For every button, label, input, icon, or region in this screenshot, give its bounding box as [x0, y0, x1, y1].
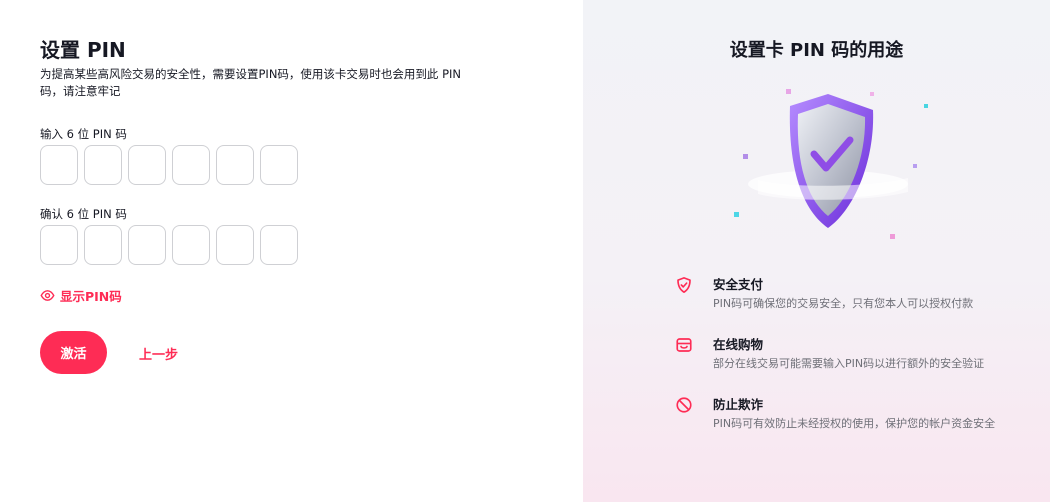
pin-digit-input[interactable] [172, 145, 210, 185]
panel-title: 设置卡 PIN 码的用途 [729, 40, 904, 61]
shield-illustration [728, 88, 928, 248]
pin-digit-input[interactable] [260, 145, 298, 185]
shield-check-icon [677, 277, 691, 293]
eye-icon [40, 290, 55, 301]
prohibited-icon [676, 397, 692, 413]
feature-description: PIN码可有效防止未经授权的使用，保护您的帐户资金安全 [713, 417, 996, 430]
pin-digit-input[interactable] [216, 145, 254, 185]
confirm-digit-input[interactable] [172, 225, 210, 265]
confirm-digit-input[interactable] [84, 225, 122, 265]
pin-digit-input[interactable] [84, 145, 122, 185]
confirm-digit-input[interactable] [128, 225, 166, 265]
back-button[interactable]: 上一步 [139, 344, 178, 363]
feature-title: 防止欺诈 [713, 397, 764, 412]
confirm-digit-input[interactable] [260, 225, 298, 265]
pin-digit-input[interactable] [40, 145, 78, 185]
confirm-digit-input[interactable] [216, 225, 254, 265]
confirm-pin-label: 确认 6 位 PIN 码 [40, 207, 127, 221]
feature-description: PIN码可确保您的交易安全，只有您本人可以授权付款 [713, 297, 974, 310]
feature-description: 部分在线交易可能需要输入PIN码以进行额外的安全验证 [713, 357, 985, 370]
feature-title: 在线购物 [713, 337, 764, 352]
shopping-bag-icon [676, 338, 692, 352]
feature-title: 安全支付 [713, 277, 764, 292]
confirm-pin-inputs [40, 225, 298, 265]
pin-setup-form: 设置 PIN 为提高某些高风险交易的安全性，需要设置PIN码，使用该卡交易时也会… [0, 0, 583, 502]
activate-button[interactable]: 激活 [40, 331, 107, 374]
page-description: 为提高某些高风险交易的安全性，需要设置PIN码，使用该卡交易时也会用到此 PIN… [40, 67, 462, 98]
show-pin-toggle[interactable]: 显示PIN码 [40, 286, 122, 305]
pin-usage-panel: 设置卡 PIN 码的用途 安全支付 PIN码可确保您的交易安全，只有您本人可以授… [583, 0, 1050, 502]
confirm-digit-input[interactable] [40, 225, 78, 265]
page-title: 设置 PIN [40, 38, 126, 62]
pin-digit-input[interactable] [128, 145, 166, 185]
show-pin-label: 显示PIN码 [60, 289, 122, 304]
enter-pin-label: 输入 6 位 PIN 码 [40, 127, 127, 141]
enter-pin-inputs [40, 145, 298, 185]
